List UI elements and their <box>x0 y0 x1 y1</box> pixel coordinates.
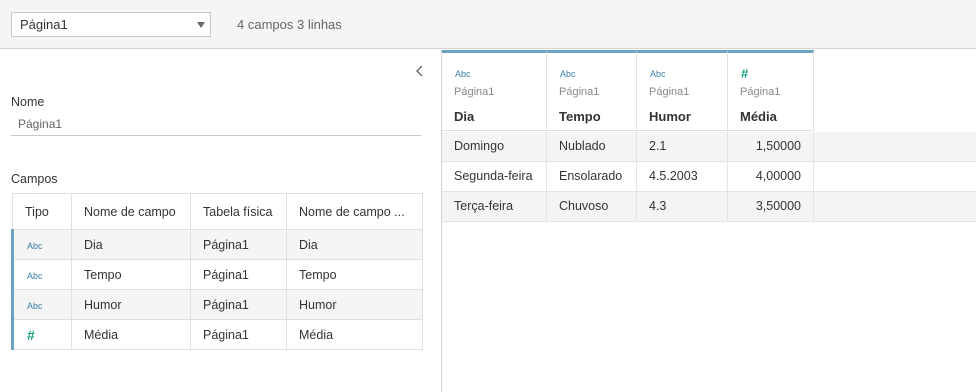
field-name-cell[interactable]: Média <box>71 319 191 350</box>
field-row-count: 4 campos 3 linhas <box>237 17 342 32</box>
grid-cell[interactable]: Segunda-feira <box>442 162 547 191</box>
column-name: Média <box>740 109 777 124</box>
source-table-select[interactable]: Página1 <box>11 12 211 37</box>
string-type-icon[interactable]: Abc <box>560 69 576 79</box>
name-field[interactable]: Página1 <box>11 116 421 136</box>
grid-cell[interactable]: 4,00000 <box>728 162 814 191</box>
source-table-select-value: Página1 <box>20 17 68 32</box>
grid-column-header-media[interactable]: # Página1 Média <box>728 50 814 131</box>
grid-cell[interactable]: 2.1 <box>637 132 728 161</box>
type-cell[interactable]: Abc <box>11 259 72 290</box>
table-row[interactable]: Abc Humor Página1 Humor <box>11 289 423 320</box>
fields-table: Tipo Nome de campo Tabela física Nome de… <box>11 193 423 350</box>
type-cell[interactable]: Abc <box>11 289 72 320</box>
physical-table-cell: Página1 <box>190 289 287 320</box>
column-source: Página1 <box>454 86 495 98</box>
number-type-icon[interactable]: # <box>27 327 35 343</box>
column-header-remote-field-name[interactable]: Nome de campo ... <box>286 193 423 230</box>
string-type-icon[interactable]: Abc <box>27 301 43 311</box>
string-type-icon[interactable]: Abc <box>27 241 43 251</box>
table-row[interactable]: # Média Página1 Média <box>11 319 423 350</box>
physical-table-cell: Página1 <box>190 259 287 290</box>
grid-column-header-humor[interactable]: Abc Página1 Humor <box>637 50 728 131</box>
remote-name-cell: Média <box>286 319 423 350</box>
column-name: Tempo <box>559 109 601 124</box>
string-type-icon[interactable]: Abc <box>27 271 43 281</box>
remote-name-cell: Humor <box>286 289 423 320</box>
name-label: Nome <box>11 95 45 109</box>
table-row[interactable]: Abc Tempo Página1 Tempo <box>11 259 423 290</box>
field-name-cell[interactable]: Tempo <box>71 259 191 290</box>
column-source: Página1 <box>740 86 781 98</box>
string-type-icon[interactable]: Abc <box>455 69 471 79</box>
physical-table-cell: Página1 <box>190 229 287 260</box>
type-cell[interactable]: # <box>11 319 72 350</box>
grid-cell[interactable]: Nublado <box>547 132 637 161</box>
grid-column-header-dia[interactable]: Abc Página1 Dia <box>442 50 547 131</box>
grid-column-header-tempo[interactable]: Abc Página1 Tempo <box>547 50 637 131</box>
type-cell[interactable]: Abc <box>11 229 72 260</box>
column-source: Página1 <box>649 86 690 98</box>
grid-cell[interactable]: 1,50000 <box>728 132 814 161</box>
fields-label: Campos <box>11 172 58 186</box>
table-row: Segunda-feira Ensolarado 4.5.2003 4,0000… <box>442 162 976 192</box>
fields-table-header: Tipo Nome de campo Tabela física Nome de… <box>12 193 423 230</box>
grid-cell[interactable]: Ensolarado <box>547 162 637 191</box>
table-row: Terça-feira Chuvoso 4.3 3,50000 <box>442 192 976 222</box>
column-name: Dia <box>454 109 475 124</box>
grid-cell[interactable]: 4.5.2003 <box>637 162 728 191</box>
number-type-icon[interactable]: # <box>741 66 748 81</box>
top-toolbar: Página1 4 campos 3 linhas <box>0 0 976 49</box>
grid-cell[interactable]: Chuvoso <box>547 192 637 221</box>
string-type-icon[interactable]: Abc <box>650 69 666 79</box>
field-name-cell[interactable]: Dia <box>71 229 191 260</box>
grid-cell[interactable]: Terça-feira <box>442 192 547 221</box>
grid-cell[interactable]: Domingo <box>442 132 547 161</box>
grid-cell[interactable]: 4.3 <box>637 192 728 221</box>
field-name-cell[interactable]: Humor <box>71 289 191 320</box>
remote-name-cell: Tempo <box>286 259 423 290</box>
column-source: Página1 <box>559 86 600 98</box>
physical-table-cell: Página1 <box>190 319 287 350</box>
column-header-field-name[interactable]: Nome de campo <box>71 193 191 230</box>
column-header-type[interactable]: Tipo <box>12 193 72 230</box>
table-row[interactable]: Abc Dia Página1 Dia <box>11 229 423 260</box>
column-header-physical-table[interactable]: Tabela física <box>190 193 287 230</box>
remote-name-cell: Dia <box>286 229 423 260</box>
grid-cell[interactable]: 3,50000 <box>728 192 814 221</box>
table-row: Domingo Nublado 2.1 1,50000 <box>442 132 976 162</box>
collapse-pane-icon[interactable] <box>414 64 426 78</box>
chevron-down-icon <box>197 22 205 28</box>
column-name: Humor <box>649 109 691 124</box>
